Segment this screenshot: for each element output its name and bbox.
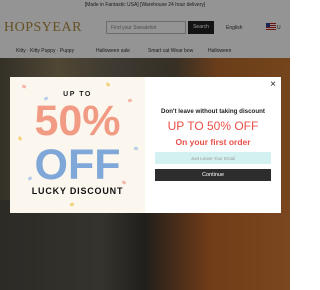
promo-lucky-label: LUCKY DISCOUNT — [31, 186, 124, 196]
promo-panel: UP TO 50% OFF LUCKY DISCOUNT — [10, 77, 145, 213]
promo-off: OFF — [34, 141, 121, 189]
popup-subline: On your first order — [175, 137, 251, 147]
popup-offer: UP TO 50% OFF — [167, 119, 259, 133]
promo-percent: 50% — [34, 97, 121, 145]
confetti — [105, 82, 111, 87]
confetti — [21, 84, 27, 89]
discount-popup: UP TO 50% OFF LUCKY DISCOUNT × Don't lea… — [10, 77, 281, 213]
popup-headline: Don't leave without taking discount — [161, 108, 265, 115]
confetti — [69, 202, 75, 207]
close-icon[interactable]: × — [270, 80, 276, 90]
signup-panel: × Don't leave without taking discount UP… — [145, 77, 281, 213]
continue-button[interactable]: Continue — [155, 169, 271, 181]
email-field[interactable] — [155, 152, 271, 164]
